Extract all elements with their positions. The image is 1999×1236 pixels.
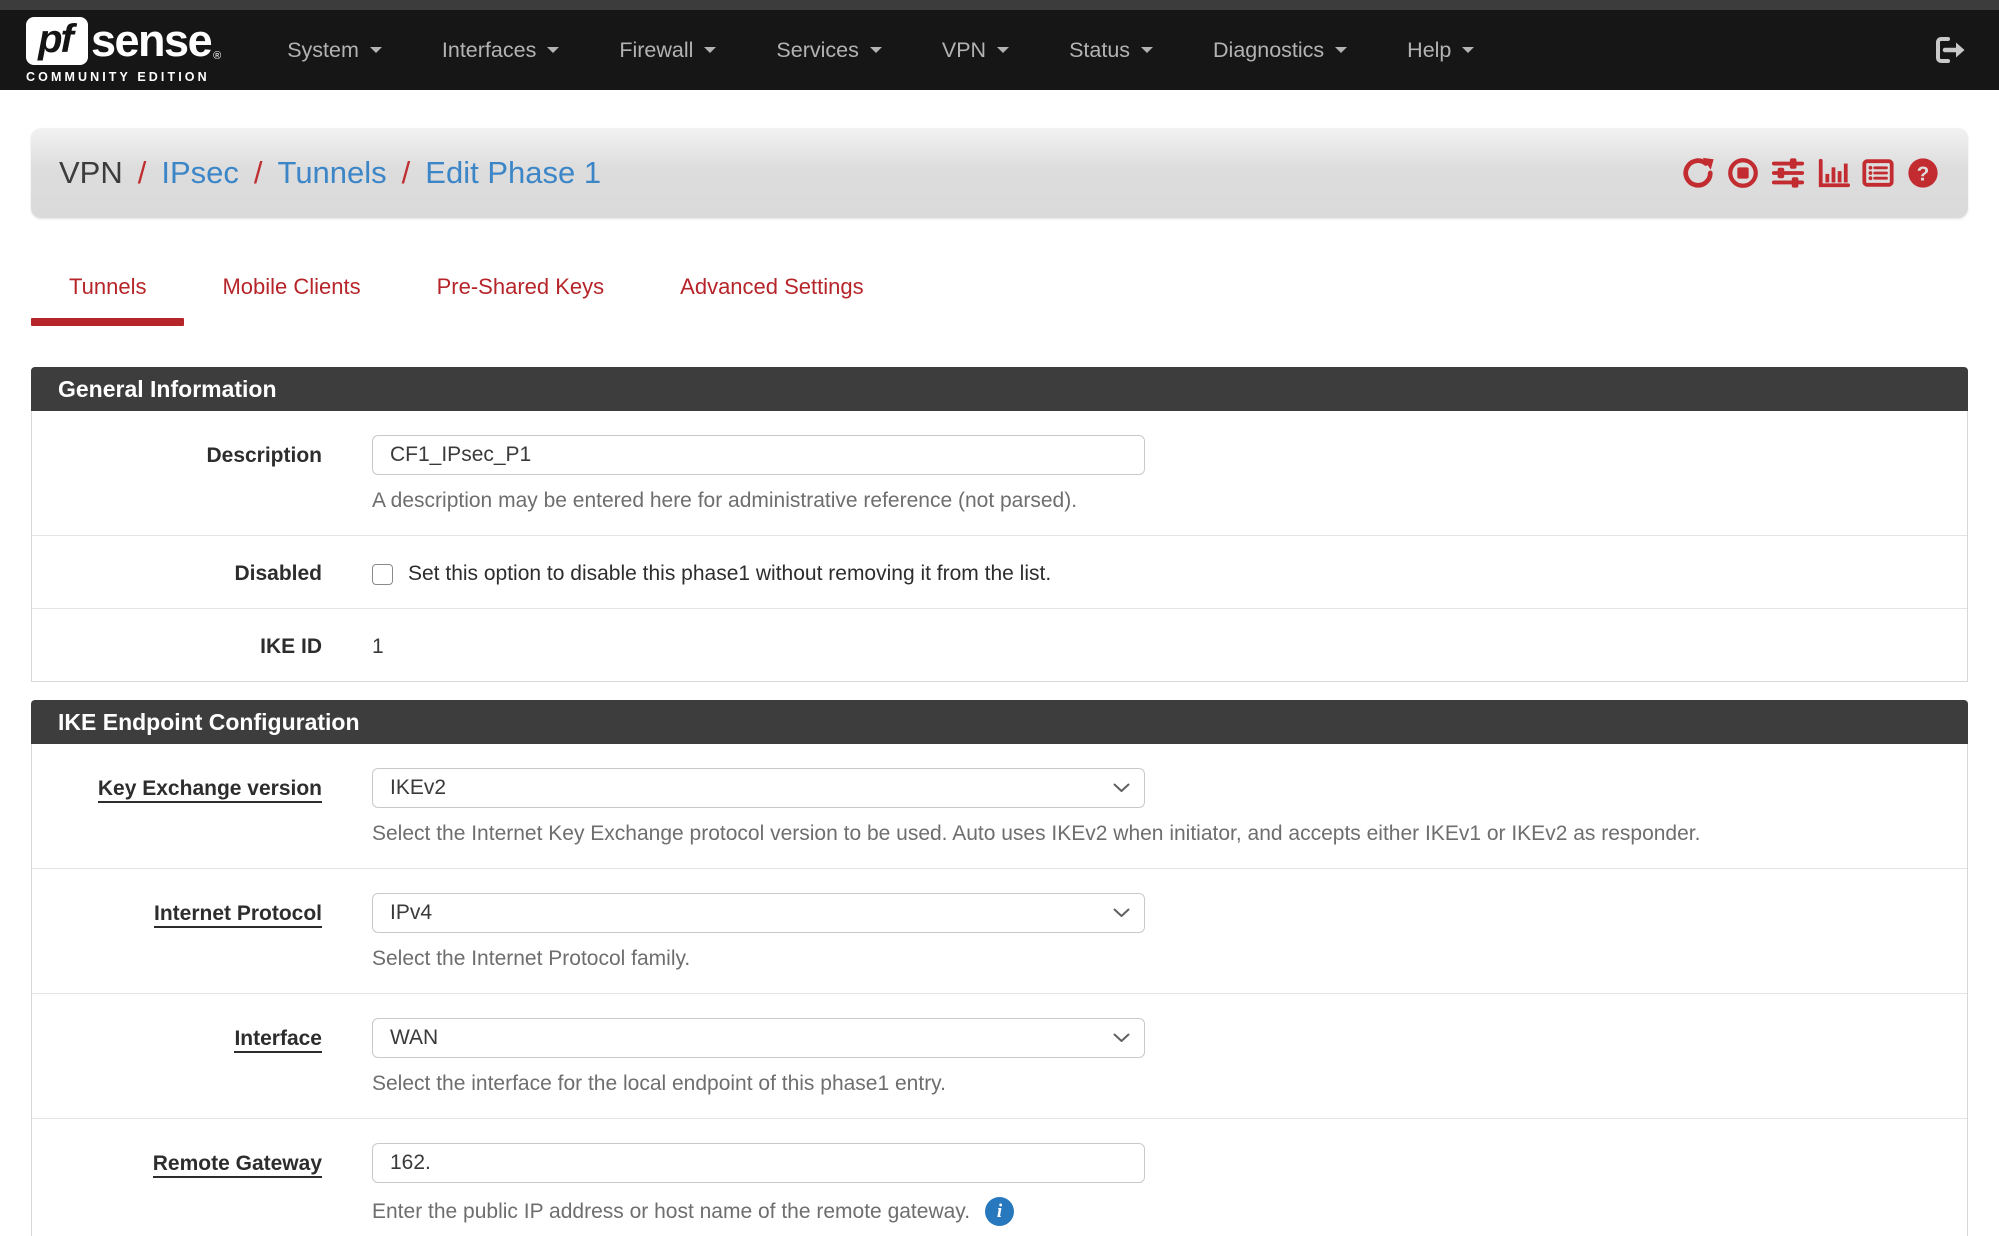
tab-pre-shared-keys[interactable]: Pre-Shared Keys <box>399 268 643 326</box>
bar-chart-icon[interactable] <box>1816 156 1850 190</box>
nav-item-interfaces[interactable]: Interfaces <box>412 10 589 90</box>
internet-protocol-value: IPv4 <box>390 901 432 925</box>
nav-item-vpn[interactable]: VPN <box>912 10 1039 90</box>
description-row: Description A description may be entered… <box>32 411 1967 536</box>
ike-id-row: IKE ID 1 <box>32 609 1967 681</box>
registered-mark: ® <box>213 50 221 62</box>
nav-item-label: Status <box>1069 38 1130 63</box>
internet-protocol-row: Internet Protocol IPv4 Select the Intern… <box>32 869 1967 994</box>
caret-down-icon <box>370 47 382 53</box>
nav-item-system[interactable]: System <box>257 10 412 90</box>
nav-item-status[interactable]: Status <box>1039 10 1183 90</box>
caret-down-icon <box>1335 47 1347 53</box>
caret-down-icon <box>1462 47 1474 53</box>
sense-logo-text: sense <box>91 17 211 65</box>
chevron-down-icon <box>1113 783 1130 793</box>
nav-item-help[interactable]: Help <box>1377 10 1504 90</box>
interface-label: Interface <box>32 1018 372 1096</box>
tab-mobile-clients[interactable]: Mobile Clients <box>184 268 398 326</box>
caret-down-icon <box>547 47 559 53</box>
remote-gateway-input[interactable] <box>372 1143 1145 1183</box>
breadcrumb-separator: / <box>254 155 263 191</box>
panel-title: IKE Endpoint Configuration <box>31 700 1968 744</box>
internet-protocol-label: Internet Protocol <box>32 893 372 971</box>
tab-bar: Tunnels Mobile Clients Pre-Shared Keys A… <box>31 268 1968 326</box>
breadcrumb-separator: / <box>402 155 411 191</box>
chevron-down-icon <box>1113 908 1130 918</box>
pf-logo-box: pf <box>26 17 88 65</box>
caret-down-icon <box>997 47 1009 53</box>
breadcrumb-link-edit-phase1[interactable]: Edit Phase 1 <box>425 155 601 191</box>
pfsense-logo[interactable]: pf sense ® COMMUNITY EDITION <box>26 17 221 84</box>
nav-item-label: Interfaces <box>442 38 536 63</box>
caret-down-icon <box>704 47 716 53</box>
ike-id-label: IKE ID <box>32 633 372 659</box>
breadcrumb-bar: VPN / IPsec / Tunnels / Edit Phase 1 <box>31 128 1968 218</box>
breadcrumb-link-ipsec[interactable]: IPsec <box>161 155 239 191</box>
disabled-checkbox-text: Set this option to disable this phase1 w… <box>408 562 1051 586</box>
nav-item-services[interactable]: Services <box>746 10 911 90</box>
general-information-panel: General Information Description A descri… <box>31 367 1968 682</box>
interface-help: Select the interface for the local endpo… <box>372 1072 1967 1096</box>
description-help: A description may be entered here for ad… <box>372 489 1967 513</box>
top-strip <box>0 0 1999 10</box>
internet-protocol-select[interactable]: IPv4 <box>372 893 1145 933</box>
breadcrumb-vpn: VPN <box>59 155 123 191</box>
nav-item-label: VPN <box>942 38 986 63</box>
key-exchange-row: Key Exchange version IKEv2 Select the In… <box>32 744 1967 869</box>
interface-value: WAN <box>390 1026 438 1050</box>
breadcrumb-link-tunnels[interactable]: Tunnels <box>278 155 387 191</box>
key-exchange-label: Key Exchange version <box>32 768 372 846</box>
nav-item-firewall[interactable]: Firewall <box>589 10 746 90</box>
info-icon[interactable]: i <box>985 1197 1014 1226</box>
caret-down-icon <box>1141 47 1153 53</box>
chevron-down-icon <box>1113 1033 1130 1043</box>
remote-gateway-help: Enter the public IP address or host name… <box>372 1200 970 1224</box>
remote-gateway-row: Remote Gateway Enter the public IP addre… <box>32 1119 1967 1236</box>
interface-row: Interface WAN Select the interface for t… <box>32 994 1967 1119</box>
page-action-icons: ? <box>1681 156 1940 190</box>
sliders-icon[interactable] <box>1771 156 1805 190</box>
internet-protocol-help: Select the Internet Protocol family. <box>372 947 1967 971</box>
disabled-label: Disabled <box>32 560 372 586</box>
interface-select[interactable]: WAN <box>372 1018 1145 1058</box>
disabled-row: Disabled Set this option to disable this… <box>32 536 1967 609</box>
svg-text:?: ? <box>1917 163 1930 186</box>
description-input[interactable] <box>372 435 1145 475</box>
sign-out-icon[interactable] <box>1931 32 1967 68</box>
ike-id-value: 1 <box>372 633 1967 659</box>
main-navbar: pf sense ® COMMUNITY EDITION System Inte… <box>0 10 1999 90</box>
nav-item-diagnostics[interactable]: Diagnostics <box>1183 10 1377 90</box>
help-icon[interactable]: ? <box>1906 156 1940 190</box>
key-exchange-help: Select the Internet Key Exchange protoco… <box>372 822 1967 846</box>
stop-circle-icon[interactable] <box>1726 156 1760 190</box>
nav-item-label: Help <box>1407 38 1451 63</box>
key-exchange-select[interactable]: IKEv2 <box>372 768 1145 808</box>
breadcrumb-separator: / <box>138 155 147 191</box>
ike-endpoint-panel: IKE Endpoint Configuration Key Exchange … <box>31 700 1968 1236</box>
community-edition-label: COMMUNITY EDITION <box>26 70 221 84</box>
nav-item-label: Diagnostics <box>1213 38 1324 63</box>
nav-menu: System Interfaces Firewall Services VPN … <box>257 10 1504 90</box>
nav-item-label: System <box>287 38 359 63</box>
nav-item-label: Firewall <box>619 38 693 63</box>
refresh-icon[interactable] <box>1681 156 1715 190</box>
nav-item-label: Services <box>776 38 858 63</box>
panel-title: General Information <box>31 367 1968 411</box>
tab-tunnels[interactable]: Tunnels <box>31 268 184 326</box>
remote-gateway-label: Remote Gateway <box>32 1143 372 1226</box>
caret-down-icon <box>870 47 882 53</box>
key-exchange-value: IKEv2 <box>390 776 446 800</box>
tab-advanced-settings[interactable]: Advanced Settings <box>642 268 901 326</box>
description-label: Description <box>32 435 372 513</box>
list-icon[interactable] <box>1861 156 1895 190</box>
pf-logo-text: pf <box>38 17 72 62</box>
breadcrumb: VPN / IPsec / Tunnels / Edit Phase 1 <box>59 155 616 191</box>
disabled-checkbox[interactable] <box>372 564 393 585</box>
